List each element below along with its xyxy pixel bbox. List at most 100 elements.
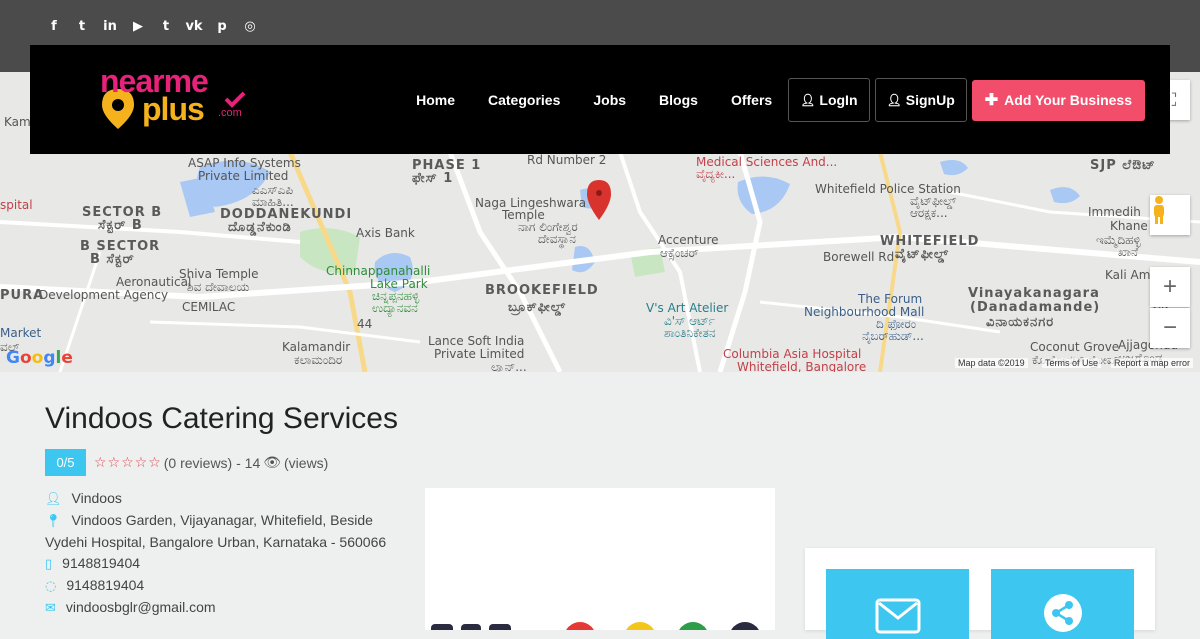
listing-title: Vindoos Catering Services: [45, 402, 398, 435]
map-label: Development Agency: [39, 288, 169, 302]
map-label: Market: [0, 326, 42, 340]
map-label: Private Limited: [198, 169, 289, 183]
terms-link[interactable]: Terms of Use: [1042, 358, 1102, 368]
map-label: Columbia Asia Hospital: [723, 347, 862, 361]
map-label: ASAP Info Systems: [188, 156, 301, 170]
nav-categories[interactable]: Categories: [488, 92, 560, 108]
nav-home[interactable]: Home: [416, 92, 455, 108]
rating-badge: 0/5: [45, 449, 86, 476]
phone-number[interactable]: 9148819404: [62, 555, 140, 571]
email-row[interactable]: ✉︎ vindoosbglr@gmail.com: [45, 597, 405, 619]
address-text: Vindoos Garden, Vijayanagar, Whitefield,…: [45, 512, 387, 550]
share-icon: [1043, 594, 1082, 632]
pegman-icon: [1154, 196, 1164, 224]
user-icon: 👤︎: [886, 93, 902, 107]
user-icon: 👤︎: [800, 93, 816, 107]
map-label: SJP ಲೆಔಟ್: [1090, 158, 1156, 173]
report-map-error-link[interactable]: Report a map error: [1111, 358, 1194, 368]
whatsapp-icon: ◌: [45, 579, 57, 594]
logo-text-bottom: plus: [142, 91, 205, 127]
share-button[interactable]: [991, 569, 1134, 639]
twitter-icon[interactable]: t: [73, 16, 91, 36]
vk-icon[interactable]: vk: [185, 16, 203, 36]
map-label: Whitefield, Bangalore: [737, 360, 867, 372]
plus-icon: +: [1162, 273, 1177, 300]
street-view-pegman[interactable]: [1150, 195, 1190, 235]
rating-row: 0/5 ☆☆☆☆☆ (0 reviews) - 14 👁︎ (views): [45, 449, 328, 476]
plus-icon: ✚: [984, 92, 999, 109]
whatsapp-row[interactable]: ◌ 9148819404: [45, 575, 405, 597]
map-label: Accenture: [658, 233, 719, 247]
map-label: spital: [0, 198, 33, 212]
add-business-button[interactable]: ✚ Add Your Business: [971, 79, 1145, 121]
site-header: nearme plus .com Home Categories Jobs Bl…: [30, 45, 1170, 154]
email-address[interactable]: vindoosbglr@gmail.com: [66, 599, 216, 615]
map-label: ಆಕ್ಸೆಂಚರ್: [660, 246, 699, 260]
pinterest-icon[interactable]: p: [213, 16, 231, 36]
map-label: 44: [357, 317, 373, 331]
envelope-icon: ✉︎: [45, 601, 56, 616]
map-label: Private Limited: [434, 347, 525, 361]
zoom-in-button[interactable]: +: [1150, 267, 1190, 307]
views-label: (views): [284, 454, 329, 471]
signup-button[interactable]: 👤︎ SignUp: [874, 78, 967, 122]
login-label: LogIn: [819, 92, 858, 108]
star-rating-icons: ☆☆☆☆☆: [94, 454, 162, 471]
nav-jobs[interactable]: Jobs: [593, 92, 626, 108]
map-label: Lance Soft India: [428, 334, 525, 348]
listing-info: 👤︎ Vindoos 📍︎ Vindoos Garden, Vijayanagar,…: [45, 488, 405, 619]
map-label: Coconut Grove: [1030, 340, 1120, 354]
map-label: The Forum: [858, 292, 923, 306]
login-button[interactable]: 👤︎ LogIn: [788, 78, 870, 122]
map-label: Kalamandir: [282, 340, 351, 354]
map-label: (Danadamande): [970, 300, 1101, 315]
envelope-icon: [875, 598, 920, 634]
map-label: Khane: [1110, 219, 1148, 233]
google-logo: Google: [6, 348, 73, 368]
map-label: Vinayakanagara: [968, 286, 1100, 301]
map-label: B ಸೆಕ್ಟರ್: [90, 252, 135, 267]
map-label: ವೈದ್ಯಕೀ...: [696, 167, 736, 181]
map-label: ಉದ್ಯಾನವನ: [372, 301, 418, 315]
map-label: Chinnappanahalli: [326, 264, 431, 278]
mobile-icon: ▯: [45, 557, 53, 572]
zoom-out-button[interactable]: −: [1150, 308, 1190, 348]
main-nav: Home Categories Jobs Blogs Offers 👤︎ Log…: [416, 78, 1145, 122]
linkedin-icon[interactable]: in: [101, 16, 119, 36]
map-label: ವೈಟ್‌ಫೀಲ್ಡ್: [895, 247, 949, 262]
map-label: Rd Number 2: [527, 153, 607, 167]
whatsapp-number[interactable]: 9148819404: [66, 577, 144, 593]
map-label: ಫೇಸ್ 1: [412, 171, 454, 186]
nav-offers[interactable]: Offers: [731, 92, 772, 108]
map-label: ಆರಕ್ಷಕ...: [910, 206, 948, 220]
map-label: PURA: [0, 288, 45, 303]
map-label: Borewell Rd: [823, 250, 895, 264]
map-label: ಶಿವ ದೇವಾಲಯ: [187, 280, 250, 294]
instagram-icon[interactable]: ◎: [241, 16, 259, 36]
contact-card: [805, 548, 1155, 639]
map-label: ವಿನಾಯಕನಗರ: [986, 315, 1055, 330]
map-label: ಖಾನೆ: [1118, 245, 1139, 259]
tumblr-icon[interactable]: t: [157, 16, 175, 36]
map-data-label: Map data ©2019: [955, 358, 1028, 368]
phone-row[interactable]: ▯ 9148819404: [45, 553, 405, 575]
listing-logo-image: [431, 622, 759, 630]
map-label: Axis Bank: [356, 226, 415, 240]
map-label: ಕಲಾಮಂದಿರ: [294, 353, 343, 367]
map-label: ಶಾಂತಿನಿಕೇತನ: [664, 326, 716, 340]
map-label: ಸೆಕ್ಟರ್ B: [98, 218, 143, 233]
email-contact-button[interactable]: [826, 569, 969, 639]
facebook-icon[interactable]: f: [45, 16, 63, 36]
map-marker-icon: 📍︎: [45, 514, 62, 529]
owner-row: 👤︎ Vindoos: [45, 488, 405, 510]
nav-blogs[interactable]: Blogs: [659, 92, 698, 108]
map-label: Aeronautical: [116, 275, 192, 289]
site-logo[interactable]: nearme plus .com: [98, 63, 248, 133]
address-row: 📍︎ Vindoos Garden, Vijayanagar, Whitefiel…: [45, 510, 405, 553]
listing-image: [425, 488, 775, 630]
map-label: Immedih: [1088, 205, 1141, 219]
logo-suffix: .com: [218, 107, 242, 119]
map-label: V's Art Atelier: [646, 301, 729, 315]
youtube-icon[interactable]: ▶: [129, 16, 147, 36]
map-label: BROOKEFIELD: [485, 283, 599, 298]
